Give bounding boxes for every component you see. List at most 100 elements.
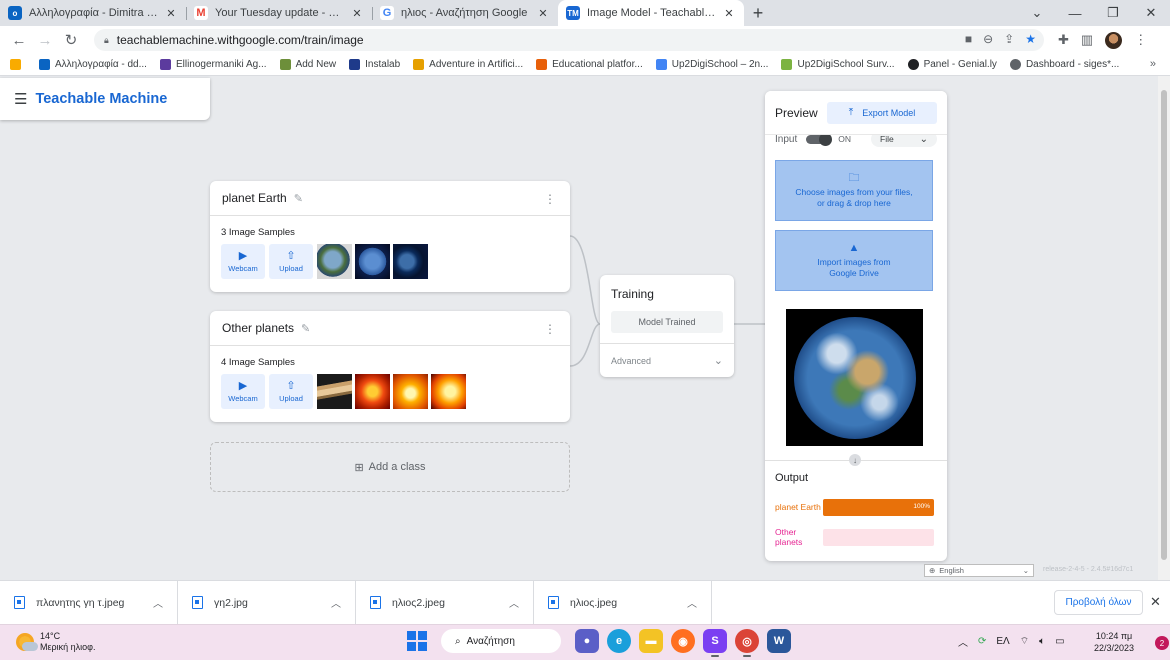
edit-pencil-icon[interactable]: ✎ (301, 322, 310, 335)
more-options-icon[interactable]: ⋮ (544, 322, 556, 336)
camera-icon[interactable]: ■ (965, 32, 972, 46)
minimize-icon[interactable]: — (1056, 6, 1094, 21)
bookmark-item[interactable]: Ellinogermaniki Ag... (159, 59, 267, 70)
wifi-icon[interactable]: ⌔ (1020, 635, 1029, 648)
model-trained-button[interactable]: Model Trained (611, 311, 723, 333)
upload-icon: ⇧ (286, 380, 296, 392)
add-box-icon: ⊞ (354, 461, 364, 474)
restore-icon[interactable]: ❐ (1094, 5, 1132, 21)
upload-button[interactable]: ⇧ Upload (269, 374, 313, 409)
bookmark-item[interactable]: Αλληλογραφία - dd... (39, 59, 147, 70)
volume-icon[interactable]: 🔈︎ (1039, 636, 1045, 647)
firefox-icon[interactable]: ◉ (671, 629, 695, 653)
edit-pencil-icon[interactable]: ✎ (294, 192, 303, 205)
reload-icon[interactable]: ↻ (58, 31, 84, 49)
browser-tab-outlook[interactable]: o Αλληλογραφία - Dimitra Dimitrai ✕ (0, 0, 186, 26)
confidence-bar (823, 528, 934, 546)
menu-icon[interactable]: ⋮ (1134, 32, 1147, 48)
more-options-icon[interactable]: ⋮ (544, 192, 556, 206)
extensions-icon[interactable]: ✚ (1058, 32, 1069, 48)
apps-icon[interactable] (10, 59, 26, 70)
input-toggle-switch[interactable] (806, 132, 833, 146)
word-icon[interactable]: W (767, 629, 791, 653)
bookmark-item[interactable]: Add New (279, 59, 336, 70)
lock-icon[interactable]: 🔒︎ (104, 35, 109, 46)
export-model-button[interactable]: ⤒ Export Model (827, 101, 937, 124)
chevron-up-icon[interactable]: ︿ (153, 595, 163, 610)
taskbar-search[interactable]: ⌕ Αναζήτηση (441, 629, 561, 653)
tab-title: ηλιος - Αναζήτηση Google (401, 7, 528, 19)
zoom-icon[interactable]: ⊖ (983, 32, 993, 46)
hamburger-menu-icon[interactable]: ☰ (14, 90, 27, 108)
sample-thumbnail[interactable] (317, 244, 352, 279)
add-class-button[interactable]: ⊞ Add a class (210, 442, 570, 492)
bookmark-item[interactable]: Panel - Genial.ly (907, 59, 997, 70)
browser-tab-teachable-machine[interactable]: TM Image Model - Teachable Machin ✕ (558, 0, 744, 26)
chrome-icon[interactable]: ◎ (735, 629, 759, 657)
edge-icon[interactable]: e (607, 629, 631, 653)
upload-button[interactable]: ⇧ Upload (269, 244, 313, 279)
windows-start-icon[interactable] (407, 631, 427, 651)
input-language[interactable]: ΕΛ (996, 636, 1009, 647)
back-icon[interactable]: ← (6, 32, 32, 49)
class-name[interactable]: planet Earth (222, 191, 287, 205)
system-tray: ︿ ⟳ ΕΛ ⌔ 🔈︎ ▭ (958, 634, 1065, 649)
bookmark-item[interactable]: Dashboard - siges*... (1009, 59, 1119, 70)
chevron-up-icon[interactable]: ︿ (509, 595, 519, 610)
notification-badge[interactable]: 2 (1155, 636, 1169, 650)
bookmark-item[interactable]: Up2DigiSchool – 2n... (655, 59, 768, 70)
class-name[interactable]: Other planets (222, 321, 294, 335)
more-bookmarks-icon[interactable]: » (1150, 58, 1156, 70)
browser-tab-google[interactable]: G ηλιος - Αναζήτηση Google ✕ (372, 0, 558, 26)
battery-icon[interactable]: ▭ (1055, 636, 1064, 647)
profile-avatar[interactable] (1105, 31, 1123, 49)
chevron-up-icon[interactable]: ︿ (958, 634, 968, 649)
new-tab-button[interactable]: + (744, 0, 772, 26)
scrollbar-thumb[interactable] (1161, 90, 1167, 560)
weather-widget[interactable]: 14°C Μερική ηλιοφ. (16, 631, 95, 653)
forward-icon[interactable]: → (32, 32, 58, 49)
page-scrollbar[interactable] (1158, 76, 1170, 580)
download-item[interactable]: ηλιος2.jpeg ︿ (356, 580, 534, 625)
teams-chat-icon[interactable]: ● (575, 629, 599, 653)
share-icon[interactable]: ⇪ (1004, 32, 1014, 46)
download-item[interactable]: γη2.jpg ︿ (178, 580, 356, 625)
sync-icon[interactable]: ⟳ (978, 636, 986, 647)
close-icon[interactable]: ✕ (1150, 594, 1161, 610)
chevron-up-icon[interactable]: ︿ (687, 595, 697, 610)
close-icon[interactable]: ✕ (164, 7, 178, 20)
sample-thumbnail[interactable] (355, 374, 390, 409)
clock[interactable]: 10:24 πμ 22/3/2023 (1094, 630, 1134, 654)
language-select[interactable]: ⊕ English ⌄ (924, 564, 1034, 577)
bookmark-item[interactable]: Instalab (349, 59, 400, 70)
bookmark-item[interactable]: Adventure in Artifici... (413, 59, 523, 70)
webcam-button[interactable]: ▶︎ Webcam (221, 374, 265, 409)
sample-thumbnail[interactable] (393, 244, 428, 279)
sample-thumbnail[interactable] (431, 374, 466, 409)
google-drive-import-button[interactable]: ▲ Import images from Google Drive (775, 230, 933, 291)
close-icon[interactable]: ✕ (350, 7, 364, 20)
bookmark-star-icon[interactable]: ★ (1025, 32, 1036, 46)
address-bar[interactable]: 🔒︎ teachablemachine.withgoogle.com/train… (94, 29, 1044, 51)
advanced-toggle[interactable]: Advanced ⌄ (600, 343, 734, 377)
tab-search-icon[interactable]: ⌄ (1018, 5, 1056, 21)
sample-thumbnail[interactable] (317, 374, 352, 409)
side-panel-icon[interactable]: ▥ (1081, 32, 1093, 48)
sample-thumbnail[interactable] (393, 374, 428, 409)
chevron-up-icon[interactable]: ︿ (331, 595, 341, 610)
bookmark-item[interactable]: Up2DigiSchool Surv... (781, 59, 895, 70)
show-all-downloads-button[interactable]: Προβολή όλων (1054, 590, 1143, 615)
sample-thumbnail[interactable] (355, 244, 390, 279)
browser-tab-gmail[interactable]: M Your Tuesday update - Mein Arbe ✕ (186, 0, 372, 26)
close-window-icon[interactable]: ✕ (1132, 5, 1170, 21)
skype-icon[interactable]: S (703, 629, 727, 657)
close-icon[interactable]: ✕ (722, 7, 736, 20)
brand-title[interactable]: Teachable Machine (35, 91, 167, 107)
file-explorer-icon[interactable]: ▬ (639, 629, 663, 653)
webcam-button[interactable]: ▶︎ Webcam (221, 244, 265, 279)
choose-files-dropzone[interactable]: 🗀︎ Choose images from your files, or dra… (775, 160, 933, 221)
download-item[interactable]: ηλιος.jpeg ︿ (534, 580, 712, 625)
bookmark-item[interactable]: Educational platfor... (536, 59, 643, 70)
download-item[interactable]: πλανητης γη τ.jpeg ︿ (0, 580, 178, 625)
close-icon[interactable]: ✕ (536, 7, 550, 20)
